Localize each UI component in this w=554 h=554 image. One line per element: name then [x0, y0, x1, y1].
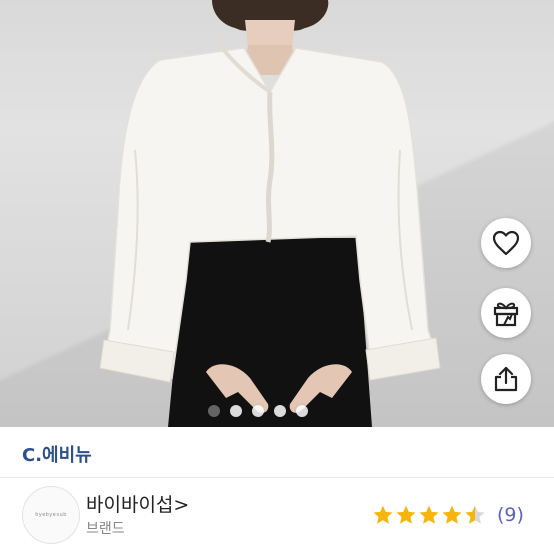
- seller-name-link[interactable]: 바이바이섭>: [86, 490, 189, 517]
- seller-section: byebyesub 바이바이섭> 브랜드 (9): [0, 478, 554, 554]
- star-full-icon: [373, 505, 393, 524]
- star-full-icon: [419, 505, 439, 524]
- share-icon: [494, 366, 518, 392]
- seller-rating[interactable]: (9): [372, 504, 524, 526]
- star-half-icon: [465, 505, 485, 524]
- star-full-icon: [442, 505, 462, 524]
- favorite-button[interactable]: [481, 218, 531, 268]
- image-carousel-indicator[interactable]: [208, 405, 308, 417]
- product-image[interactable]: [0, 0, 554, 427]
- store-header: C.에비뉴: [0, 427, 554, 478]
- seller-name: 바이바이섭: [86, 494, 174, 516]
- carousel-dot[interactable]: [296, 405, 308, 417]
- star-full-icon: [396, 505, 416, 524]
- carousel-dot[interactable]: [252, 405, 264, 417]
- carousel-dot[interactable]: [230, 405, 242, 417]
- carousel-dot[interactable]: [208, 405, 220, 417]
- share-button[interactable]: [481, 354, 531, 404]
- gift-icon: [493, 302, 519, 327]
- review-count: (9): [497, 504, 524, 526]
- gift-button[interactable]: [481, 288, 531, 338]
- seller-logo-text: byebyesub: [35, 512, 67, 518]
- chevron-right-icon: >: [173, 494, 190, 516]
- store-name[interactable]: C.에비뉴: [22, 441, 92, 467]
- seller-avatar[interactable]: byebyesub: [22, 486, 80, 544]
- blouse-illustration: [99, 0, 441, 427]
- carousel-dot[interactable]: [274, 405, 286, 417]
- seller-type-label: 브랜드: [86, 521, 125, 537]
- heart-icon: [492, 230, 520, 256]
